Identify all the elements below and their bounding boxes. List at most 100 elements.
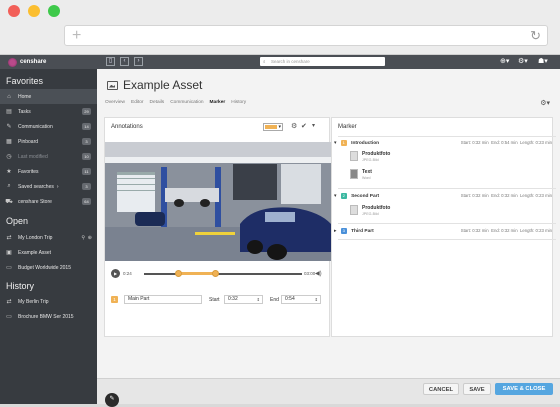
count-badge: 29 [82, 108, 91, 115]
part-name: Third Part [351, 229, 374, 234]
sidebar-item-last-modified[interactable]: ◷ Last modified 10 [0, 149, 97, 164]
search-icon: ⌕ [7, 183, 11, 189]
brand-name: censhare [20, 59, 47, 65]
clock-icon: ◷ [6, 154, 12, 160]
user-menu-button[interactable]: ☗▾ [538, 57, 548, 67]
part-length: Length: 0:23 min [519, 140, 552, 145]
tab-bar: Overview Editor Details Communication Ma… [105, 100, 246, 105]
sidebar-item-pinboard[interactable]: ▦ Pinboard 3 [0, 134, 97, 149]
sidebar-item-label: My London Trip [18, 234, 53, 241]
maximize-window-button[interactable] [48, 5, 60, 17]
sidebar-item-budget-worldwide[interactable]: ▭ Budget Worldwide 2015 [0, 260, 97, 275]
document-icon: ▭ [6, 265, 12, 271]
marker-part-row[interactable]: ▾ 1 Introduction Start: 0:32 min End: 0:… [334, 140, 552, 146]
chevron-down-icon: ▾ [278, 124, 281, 130]
chevron-right-icon[interactable]: ▸ [334, 229, 336, 234]
divider [338, 239, 556, 240]
tab-editor[interactable]: Editor [131, 100, 144, 105]
cancel-button[interactable]: CANCEL [423, 383, 459, 395]
back-button[interactable]: ‹ [120, 57, 129, 66]
sidebar-item-example-asset[interactable]: ▣ Example Asset [0, 245, 97, 260]
time-end: 03:00 [304, 271, 316, 276]
sidebar: Favorites ⌂ Home ▤ Tasks 29 ✎ Communicat… [0, 69, 97, 404]
marker-item[interactable]: Produktfoto JPEG-Bild [350, 205, 550, 219]
marker-item[interactable]: Text Word [350, 169, 550, 183]
address-bar[interactable]: + ↻ [64, 25, 548, 46]
settings-menu-button[interactable]: ⚙▾ [518, 57, 528, 67]
divider [338, 188, 556, 189]
sidebar-item-saved-searches[interactable]: ⌕ Saved searches › 3 [0, 179, 97, 194]
pin-icon[interactable]: ⚲ [81, 235, 85, 241]
gear-icon[interactable]: ⚙ [291, 122, 297, 130]
sidebar-item-label: Favorites [18, 168, 39, 175]
tab-history[interactable]: History [231, 100, 246, 105]
browser-chrome: + ↻ [0, 0, 560, 55]
tab-details[interactable]: Details [150, 100, 165, 105]
item-subtitle: Word [362, 176, 371, 180]
video-frame[interactable] [105, 142, 331, 261]
sidebar-item-favorites[interactable]: ★ Favorites 11 [0, 164, 97, 179]
timeline-track[interactable] [144, 273, 302, 275]
search-placeholder: Search in censhare [271, 59, 310, 64]
item-subtitle: JPEG-Bild [362, 212, 379, 216]
add-icon[interactable]: ⊕ [88, 235, 92, 241]
stepper-icon[interactable]: ⇕ [257, 296, 260, 303]
star-icon: ★ [6, 169, 12, 175]
marker-title: Marker [338, 124, 357, 130]
sidebar-item-censhare-store[interactable]: ⛟ censhare Store 64 [0, 194, 97, 209]
store-icon: ⛟ [5, 198, 13, 205]
toggle-sidebar-button[interactable]: ▯ [106, 57, 115, 66]
sidebar-item-communication[interactable]: ✎ Communication 14 [0, 119, 97, 134]
play-icon[interactable]: ▶ [111, 269, 120, 278]
chevron-down-icon[interactable]: ▾ [334, 194, 336, 199]
tab-communication[interactable]: Communication [170, 100, 203, 105]
forward-button[interactable]: › [134, 57, 143, 66]
segment-start-handle[interactable] [175, 270, 183, 277]
volume-icon[interactable]: ◀) [315, 270, 322, 277]
chevron-down-icon[interactable]: ▾ [312, 122, 315, 129]
stepper-icon[interactable]: ⇕ [315, 296, 318, 303]
chevron-down-icon[interactable]: ▾ [334, 141, 336, 146]
minimize-window-button[interactable] [28, 5, 40, 17]
brand[interactable]: censhare [8, 57, 46, 67]
timeline-segment[interactable] [178, 272, 216, 275]
part-name-field[interactable]: Main Part [124, 295, 202, 304]
garage-scene-image [105, 142, 331, 261]
sidebar-item-label: Last modified [18, 153, 48, 160]
close-window-button[interactable] [8, 5, 20, 17]
marker-item[interactable]: Produktfoto JPEG-Bild [350, 151, 550, 165]
sidebar-item-home[interactable]: ⌂ Home [0, 89, 97, 104]
part-end: End: 0:32 min [491, 193, 518, 198]
tab-marker[interactable]: Marker [210, 100, 226, 105]
page-title: Example Asset [107, 78, 202, 92]
save-button[interactable]: SAVE [463, 383, 491, 395]
color-picker[interactable]: ▾ [263, 123, 283, 131]
sidebar-item-brochure-bmw[interactable]: ▭ Brochure BMW Ser 2015 [0, 309, 97, 324]
video-timeline[interactable]: ▶ 0:24 03:00 ◀) [111, 269, 322, 279]
wrench-icon[interactable]: ✎ [105, 393, 119, 407]
sidebar-item-tasks[interactable]: ▤ Tasks 29 [0, 104, 97, 119]
check-icon[interactable]: ✔ [301, 122, 307, 130]
part-times: Start: 0:32 min End: 0:32 min Length: 0:… [461, 193, 552, 198]
part-start: Start: 0:32 min [460, 193, 489, 198]
segment-end-handle[interactable] [211, 270, 219, 277]
marker-part-row[interactable]: ▾ 2 Second Part Start: 0:32 min End: 0:3… [334, 193, 552, 199]
add-menu-button[interactable]: ⊕▾ [500, 57, 509, 67]
sidebar-item-label: My Berlin Trip [18, 298, 49, 305]
save-and-close-button[interactable]: SAVE & CLOSE [495, 383, 553, 395]
sidebar-item-label: Tasks [18, 108, 31, 115]
start-label: Start [209, 297, 220, 303]
search-input[interactable]: ⌕ Search in censhare [260, 57, 385, 66]
sidebar-item-my-london-trip[interactable]: ⇄ My London Trip ⚲ ⊕ [0, 230, 97, 245]
reload-icon[interactable]: ↻ [530, 28, 541, 44]
search-icon: ⌕ [263, 59, 266, 64]
sidebar-item-my-berlin-trip[interactable]: ⇄ My Berlin Trip [0, 294, 97, 309]
end-time-field[interactable]: 0:54 ⇕ [281, 295, 321, 304]
start-time-field[interactable]: 0:32 ⇕ [224, 295, 263, 304]
gear-icon[interactable]: ⚙▾ [540, 99, 550, 107]
plus-icon[interactable]: + [72, 27, 81, 45]
tab-overview[interactable]: Overview [105, 100, 125, 105]
marker-part-row[interactable]: ▸ 3 Third Part Start: 0:32 min End: 0:32… [334, 228, 552, 234]
history-heading: History [6, 281, 35, 291]
app-topbar: censhare ▯ ‹ › ⌕ Search in censhare ⊕▾ ⚙… [0, 55, 560, 69]
